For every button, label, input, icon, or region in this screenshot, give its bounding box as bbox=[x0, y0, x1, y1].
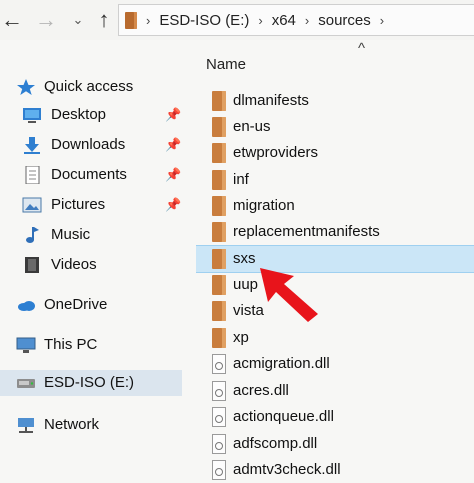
computer-icon bbox=[16, 337, 36, 353]
file-name: migration bbox=[233, 197, 295, 214]
sidebar-item-esd-iso-drive[interactable]: ESD-ISO (E:) bbox=[0, 370, 182, 396]
folder-icon bbox=[212, 328, 226, 348]
sidebar-item-label: ESD-ISO (E:) bbox=[44, 374, 135, 391]
list-item[interactable]: xp bbox=[196, 325, 474, 351]
sidebar-item-desktop[interactable]: Desktop 📌 bbox=[0, 102, 182, 128]
sidebar-item-label: Videos bbox=[51, 256, 97, 273]
list-item[interactable]: vista bbox=[196, 298, 474, 324]
drive-icon bbox=[17, 379, 35, 388]
list-item[interactable]: admtv3check.dll bbox=[196, 457, 474, 483]
list-item[interactable]: etwproviders bbox=[196, 140, 474, 166]
folder-icon bbox=[212, 91, 226, 111]
sidebar-item-label: Quick access bbox=[44, 78, 134, 95]
sort-collapse-chevron[interactable]: ^ bbox=[358, 40, 365, 57]
file-name: acmigration.dll bbox=[233, 355, 330, 372]
sidebar-item-onedrive[interactable]: OneDrive bbox=[0, 292, 182, 318]
file-name: dlmanifests bbox=[233, 92, 309, 109]
breadcrumb-x64[interactable]: x64 bbox=[272, 12, 296, 29]
pin-icon[interactable]: 📌 bbox=[165, 197, 181, 213]
folder-icon bbox=[212, 222, 226, 242]
pictures-icon bbox=[22, 197, 42, 213]
list-item[interactable]: dlmanifests bbox=[196, 88, 474, 114]
folder-icon bbox=[212, 170, 226, 190]
pin-icon[interactable]: 📌 bbox=[165, 107, 181, 123]
documents-icon bbox=[25, 166, 40, 184]
list-item[interactable]: uup bbox=[196, 272, 474, 298]
star-icon bbox=[17, 79, 35, 95]
cloud-icon bbox=[18, 301, 35, 311]
file-name: xp bbox=[233, 329, 249, 346]
list-item[interactable]: replacementmanifests bbox=[196, 219, 474, 245]
recent-locations-button[interactable]: ⌄ bbox=[66, 6, 90, 34]
sidebar-item-quick-access[interactable]: Quick access bbox=[0, 74, 182, 100]
file-name: en-us bbox=[233, 118, 271, 135]
navigation-bar: ← → ⌄ ↑ › ESD-ISO (E:) › x64 › sources › bbox=[0, 0, 474, 40]
music-icon bbox=[26, 227, 39, 243]
sidebar-item-label: Network bbox=[44, 416, 100, 433]
sidebar-item-label: This PC bbox=[44, 336, 98, 353]
dll-file-icon bbox=[212, 460, 226, 480]
list-item[interactable]: acmigration.dll bbox=[196, 351, 474, 377]
sidebar-item-downloads[interactable]: Downloads 📌 bbox=[0, 132, 182, 158]
back-button[interactable]: ← bbox=[0, 6, 24, 34]
pin-icon[interactable]: 📌 bbox=[165, 167, 181, 183]
file-name: admtv3check.dll bbox=[233, 461, 341, 478]
network-icon bbox=[18, 418, 34, 433]
folder-icon bbox=[212, 249, 226, 269]
folder-icon bbox=[212, 196, 226, 216]
file-name: adfscomp.dll bbox=[233, 435, 318, 452]
list-item[interactable]: inf bbox=[196, 167, 474, 193]
list-item[interactable]: adfscomp.dll bbox=[196, 431, 474, 457]
folder-icon bbox=[212, 301, 226, 321]
sidebar-item-label: Downloads bbox=[51, 136, 126, 153]
file-name: inf bbox=[233, 171, 249, 188]
file-name: etwproviders bbox=[233, 144, 319, 161]
list-item[interactable]: en-us bbox=[196, 114, 474, 140]
forward-button[interactable]: → bbox=[34, 6, 58, 34]
list-item[interactable]: acres.dll bbox=[196, 378, 474, 404]
sidebar-item-documents[interactable]: Documents 📌 bbox=[0, 162, 182, 188]
file-name: actionqueue.dll bbox=[233, 408, 334, 425]
sidebar-item-label: Music bbox=[51, 226, 91, 243]
navigation-pane: Quick access Desktop 📌 Downloads 📌 Docum… bbox=[0, 56, 190, 479]
sidebar-item-videos[interactable]: Videos bbox=[0, 252, 182, 278]
downloads-icon bbox=[24, 137, 40, 154]
desktop-icon bbox=[23, 108, 41, 123]
list-item[interactable]: migration bbox=[196, 193, 474, 219]
breadcrumb-drive[interactable]: ESD-ISO (E:) bbox=[159, 12, 249, 29]
red-arrow-annotation bbox=[260, 268, 318, 322]
breadcrumb-separator[interactable]: › bbox=[380, 13, 384, 28]
sidebar-item-label: Pictures bbox=[51, 196, 106, 213]
dll-file-icon bbox=[212, 434, 226, 454]
videos-icon bbox=[25, 257, 39, 273]
dll-file-icon bbox=[212, 354, 226, 374]
folder-icon bbox=[212, 117, 226, 137]
list-item[interactable]: actionqueue.dll bbox=[196, 404, 474, 430]
dll-file-icon bbox=[212, 407, 226, 427]
folder-icon bbox=[212, 275, 226, 295]
breadcrumb-separator[interactable]: › bbox=[258, 13, 262, 28]
sidebar-item-network[interactable]: Network bbox=[0, 412, 182, 438]
breadcrumb-separator[interactable]: › bbox=[146, 13, 150, 28]
dll-file-icon bbox=[212, 381, 226, 401]
up-button[interactable]: ↑ bbox=[92, 6, 116, 34]
folder-icon bbox=[212, 143, 226, 163]
address-bar[interactable]: › ESD-ISO (E:) › x64 › sources › bbox=[118, 4, 474, 36]
sidebar-item-music[interactable]: Music bbox=[0, 222, 182, 248]
sidebar-item-label: OneDrive bbox=[44, 296, 108, 313]
sidebar-item-this-pc[interactable]: This PC bbox=[0, 332, 182, 358]
breadcrumb-separator[interactable]: › bbox=[305, 13, 309, 28]
folder-icon bbox=[125, 11, 137, 29]
breadcrumb-sources[interactable]: sources bbox=[318, 12, 371, 29]
column-header-name[interactable]: Name bbox=[206, 56, 246, 73]
file-name: acres.dll bbox=[233, 382, 289, 399]
sidebar-item-pictures[interactable]: Pictures 📌 bbox=[0, 192, 182, 218]
file-name: replacementmanifests bbox=[233, 223, 380, 240]
list-item-selected[interactable]: sxs bbox=[196, 245, 474, 273]
file-name: sxs bbox=[233, 250, 256, 267]
sidebar-item-label: Documents bbox=[51, 166, 127, 183]
file-name: uup bbox=[233, 276, 259, 293]
sidebar-item-label: Desktop bbox=[51, 106, 107, 123]
pin-icon[interactable]: 📌 bbox=[165, 137, 181, 153]
